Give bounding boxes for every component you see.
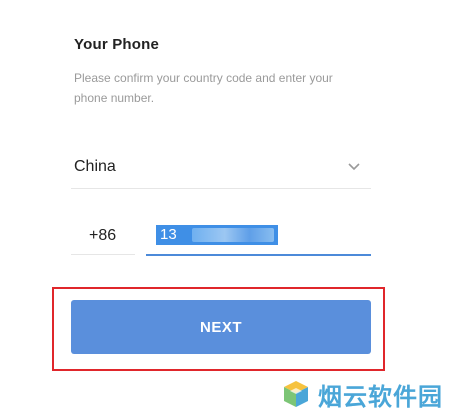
country-name: China (74, 158, 116, 175)
watermark-text: 烟云软件园 (318, 382, 443, 411)
country-select[interactable]: China (71, 150, 371, 189)
phone-number-selection: 13 (156, 225, 278, 245)
watermark: 烟云软件园 (280, 376, 465, 412)
phone-number-value: 13 (160, 226, 177, 243)
country-code-value: +86 (89, 227, 117, 244)
page-subtitle: Please confirm your country code and ent… (74, 71, 333, 105)
phone-number-redaction (192, 228, 274, 242)
country-code-field[interactable]: +86 (71, 220, 135, 255)
page-title: Your Phone (74, 36, 160, 53)
chevron-down-icon (348, 163, 360, 171)
phone-number-input[interactable]: 13 (146, 220, 371, 256)
next-button[interactable]: NEXT (71, 300, 371, 354)
cube-logo-icon (284, 381, 308, 407)
